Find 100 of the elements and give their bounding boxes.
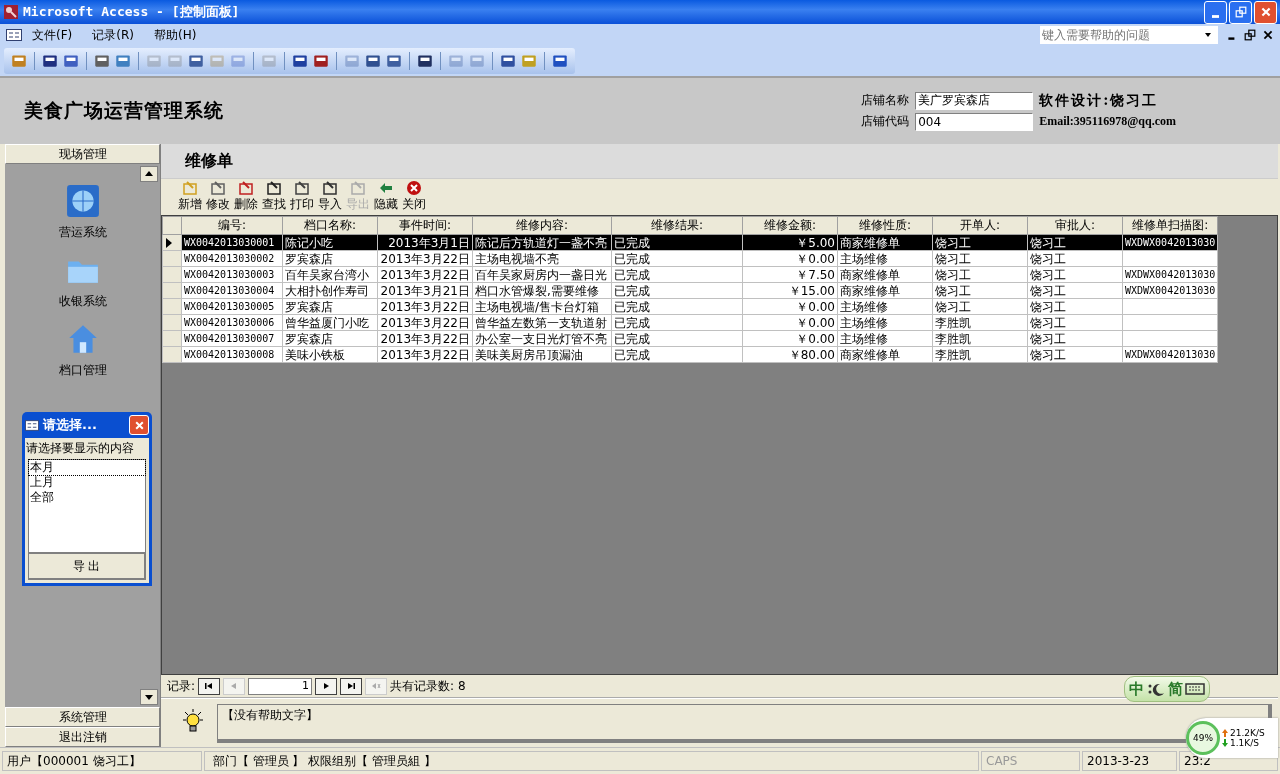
table-cell: 曾华益左数第一支轨道射	[475, 315, 607, 330]
sidebar-item[interactable]: 档口管理	[58, 362, 107, 379]
table-cell: 已完成	[614, 251, 650, 266]
column-header[interactable]: 维修内容:	[472, 216, 612, 235]
table-cell: WX0042013030006	[184, 316, 275, 328]
close-icon	[406, 180, 422, 196]
table-cell: 饶习工	[1030, 299, 1066, 314]
column-header[interactable]: 审批人:	[1027, 216, 1123, 235]
status-date: 2013-3-23	[1082, 751, 1177, 771]
toolbar-button[interactable]: 隐藏	[373, 180, 399, 213]
section-header-button[interactable]: 现场管理	[5, 144, 160, 164]
table-cell: 饶习工	[1030, 267, 1066, 282]
column-header[interactable]: 维修金额:	[742, 216, 838, 235]
column-header[interactable]: 事件时间:	[377, 216, 473, 235]
minimize-button[interactable]	[1204, 0, 1227, 24]
table-cell: 饶习工	[1030, 315, 1066, 330]
table-row[interactable]: WX0042013030005 罗宾森店 2013年3月22日 主场电视墙/售卡台灯箱 已完成 ￥0.00 主场维修 饶习工 饶习工	[162, 298, 1218, 315]
close-button[interactable]	[129, 415, 149, 435]
toolbar-button[interactable]: 查找	[261, 180, 287, 213]
table-cell: 2013年3月22日	[380, 267, 470, 282]
table-cell: 饶习工	[1030, 235, 1066, 250]
column-header[interactable]: 编号:	[181, 216, 283, 235]
column-header[interactable]: 维修性质:	[837, 216, 933, 235]
store-name-field[interactable]: 美广罗宾森店	[915, 91, 1034, 110]
sidebar-item[interactable]: 收银系统	[58, 293, 107, 310]
table-cell: 陈记后方轨道灯一盏不亮	[475, 235, 607, 250]
toolbar-button[interactable]: 删除	[233, 180, 259, 213]
sidebar-item[interactable]: 营运系统	[58, 224, 107, 241]
table-cell: WXDWX0042013030	[1125, 268, 1216, 280]
menu-item[interactable]: 记录(R)	[92, 26, 134, 44]
column-header[interactable]: 档口名称:	[282, 216, 378, 235]
dropdown-arrow-icon[interactable]	[1204, 31, 1212, 39]
table-cell: 百年吴家台湾小	[285, 267, 369, 282]
table-cell: 陈记小吃	[285, 235, 333, 250]
toolbar-button[interactable]: 导入	[317, 180, 343, 213]
download-rate: 1.1K/S	[1230, 738, 1259, 748]
keyboard-icon[interactable]	[1185, 682, 1205, 696]
first-record-button[interactable]	[198, 677, 221, 695]
table-cell: 李胜凯	[935, 331, 971, 346]
field-label: 店铺代码	[861, 113, 910, 130]
restore-icon	[1234, 6, 1247, 18]
menu-item[interactable]: 帮助(H)	[153, 26, 197, 44]
record-pointer-icon	[165, 237, 173, 248]
table-cell: 罗宾森店	[285, 299, 333, 314]
column-header[interactable]: 维修结果:	[611, 216, 743, 235]
last-icon	[346, 681, 357, 691]
globe-icon[interactable]	[65, 184, 100, 218]
table-row[interactable]: WX0042013030008 美味小铁板 2013年3月22日 美味美厨房吊顶漏油 已完成 ￥80.00 商家维修单 李胜凯 饶习工 WXDWX0042013030	[162, 346, 1218, 363]
last-record-button[interactable]	[340, 677, 363, 695]
table-row[interactable]: WX0042013030006 曾华益厦门小吃 2013年3月22日 曾华益左数第一支轨道射 已完成 ￥0.00 主场维修 李胜凯 饶习工	[162, 314, 1218, 331]
toolbar-button[interactable]: 关闭	[401, 180, 427, 213]
dialog-title: 请选择...	[43, 416, 97, 434]
first-icon	[204, 681, 215, 691]
close-icon[interactable]	[1262, 29, 1274, 41]
form-title: 维修单	[161, 144, 1278, 179]
table-cell: 已完成	[614, 299, 650, 314]
export-button[interactable]: 导 出	[28, 553, 146, 580]
table-row[interactable]: WX0042013030001 陈记小吃 2013年3月1日 陈记后方轨道灯一盏不亮 已完成 ￥5.00 商家维修单 饶习工 饶习工 WXDWX0042013030	[162, 234, 1218, 251]
table-row[interactable]: WX0042013030007 罗宾森店 2013年3月22日 办公室一支日光灯管不亮 已完成 ￥0.00 主场维修 李胜凯 饶习工	[162, 330, 1218, 347]
ime-mode-button[interactable]: 中	[1129, 679, 1144, 699]
table-cell: WX0042013030007	[184, 332, 275, 344]
record-number-field[interactable]: 1	[248, 677, 313, 695]
restore-button[interactable]	[1229, 0, 1252, 24]
table-row[interactable]: WX0042013030003 百年吴家台湾小 2013年3月22日 百年吴家厨房内一盏日光 已完成 ￥7.50 商家维修单 饶习工 饶习工 WXDWX0042013030	[162, 266, 1218, 283]
menu-item[interactable]: 文件(F)	[32, 26, 73, 44]
list-option[interactable]: 本月	[29, 460, 145, 475]
record-count: 共有记录数: 8	[390, 677, 466, 695]
next-record-button[interactable]	[315, 677, 338, 695]
table-cell: 罗宾森店	[285, 331, 333, 346]
table-cell: 饶习工	[935, 251, 971, 266]
close-button[interactable]	[1254, 0, 1277, 24]
sidebar-button[interactable]: 系统管理	[5, 707, 160, 727]
toolbar-button[interactable]: 打印	[289, 180, 315, 213]
ime-script-button[interactable]: 简	[1168, 679, 1183, 699]
toolbar-button[interactable]: 新增	[177, 180, 203, 213]
sidebar-button[interactable]: 退出注销	[5, 727, 160, 747]
close-icon	[133, 419, 145, 431]
toolbar-button[interactable]: 修改	[205, 180, 231, 213]
table-row[interactable]: WX0042013030002 罗宾森店 2013年3月22日 主场电视墙不亮 已完成 ￥0.00 主场维修 饶习工 饶习工	[162, 250, 1218, 267]
store-code-field[interactable]: 004	[915, 112, 1034, 131]
table-row[interactable]: WX0042013030004 大相扑创作寿司 2013年3月21日 档口水管爆裂,需要维修 已完成 ￥15.00 商家维修单 饶习工 饶习工 WXDWX0042013030	[162, 282, 1218, 299]
help-search-field[interactable]: 键入需要帮助的问题	[1040, 26, 1218, 44]
column-header[interactable]: 开单人:	[932, 216, 1028, 235]
table-cell: ￥7.50	[796, 267, 835, 282]
column-header[interactable]: 维修单扫描图:	[1122, 216, 1218, 235]
table-cell: WXDWX0042013030	[1125, 284, 1216, 296]
table-cell: 商家维修单	[840, 267, 900, 282]
field-label: 店铺名称	[861, 92, 910, 109]
list-option[interactable]: 上月	[29, 475, 145, 490]
list-option[interactable]: 全部	[29, 490, 145, 505]
scroll-down-button[interactable]	[140, 689, 158, 705]
form-icon[interactable]	[6, 29, 22, 41]
table-cell: 饶习工	[935, 299, 971, 314]
moon-icon[interactable]	[1146, 682, 1166, 696]
table-cell: ￥5.00	[796, 235, 835, 250]
scroll-up-button[interactable]	[140, 166, 158, 182]
restore-icon[interactable]	[1244, 29, 1256, 41]
table-cell: 主场电视墙不亮	[475, 251, 559, 266]
form-icon	[25, 419, 39, 431]
table-cell: 2013年3月22日	[380, 251, 470, 266]
